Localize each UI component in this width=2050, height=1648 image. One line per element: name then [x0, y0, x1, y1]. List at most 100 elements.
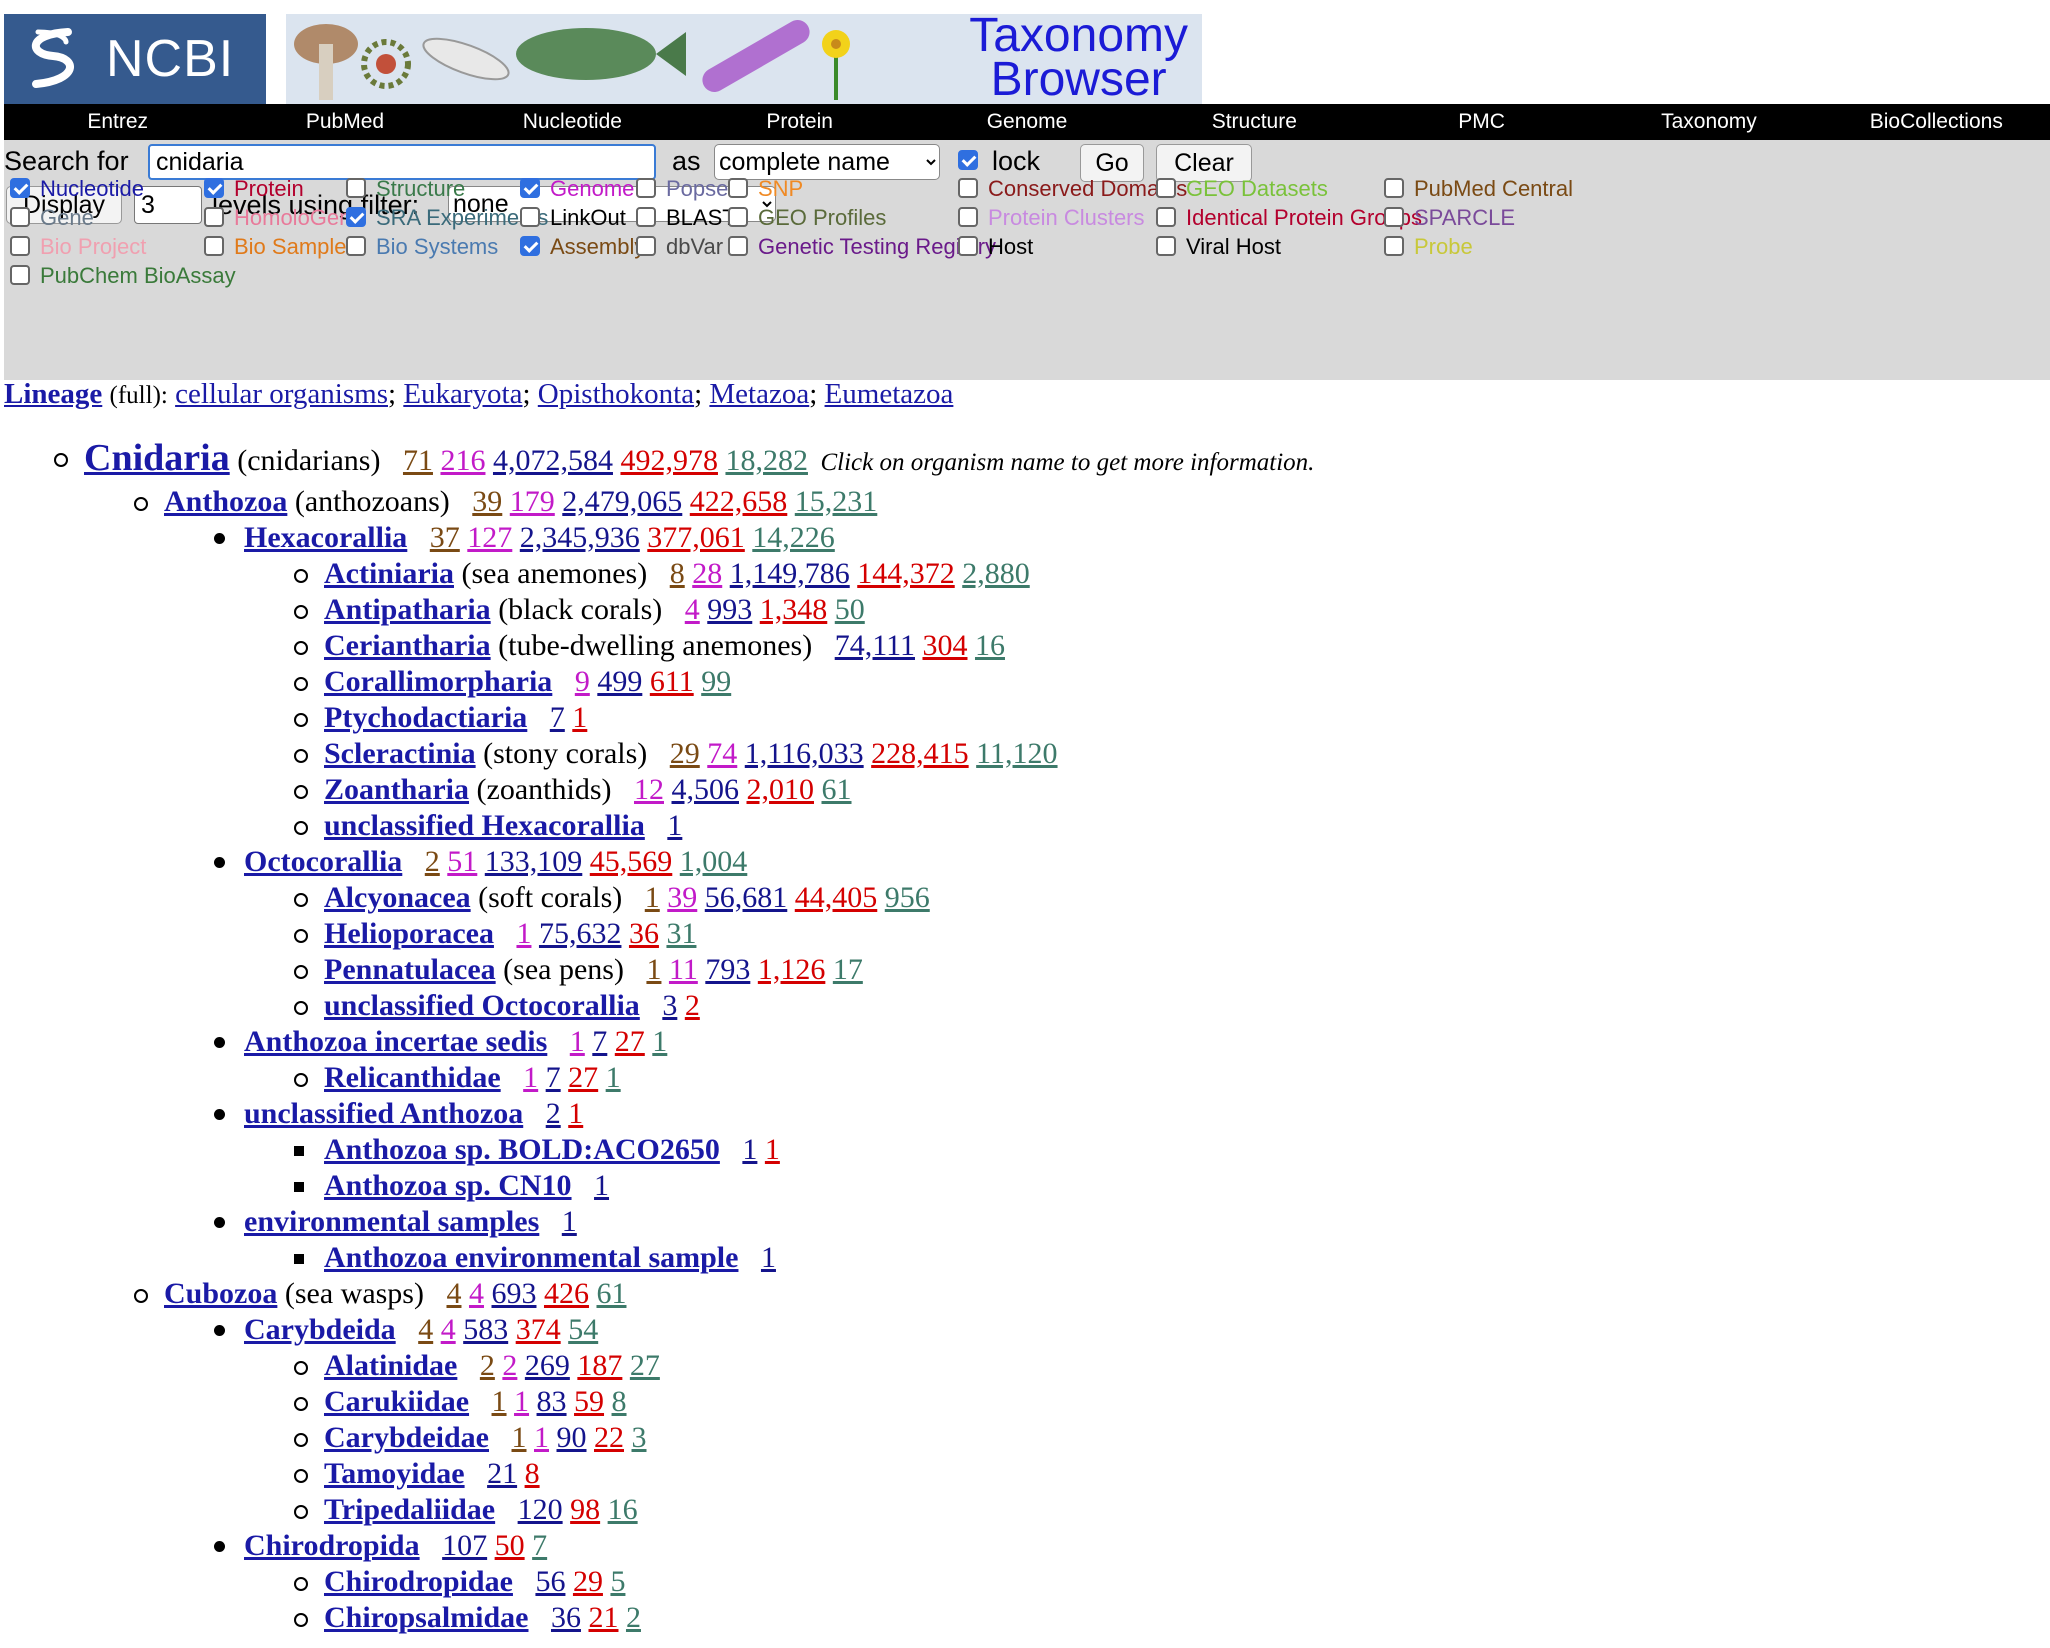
taxon-name-link[interactable]: unclassified Hexacorallia	[324, 809, 645, 842]
record-count-link-navy[interactable]: 120	[518, 1493, 563, 1526]
record-count-link-navy[interactable]: 269	[525, 1349, 570, 1382]
record-count-link-brown[interactable]: 8	[670, 557, 685, 590]
record-count-link-navy[interactable]: 7	[550, 701, 565, 734]
record-count-link-navy[interactable]: 1,149,786	[730, 557, 850, 590]
taxon-name-link[interactable]: Tamoyidae	[324, 1457, 465, 1490]
filter-checkbox-geo-datasets[interactable]	[1156, 178, 1176, 198]
nav-link-taxonomy[interactable]: Taxonomy	[1595, 110, 1822, 134]
filter-checkbox-pubmed-central[interactable]	[1384, 178, 1404, 198]
taxon-name-link[interactable]: Anthozoa incertae sedis	[244, 1025, 547, 1058]
record-count-link-green[interactable]: 11,120	[976, 737, 1057, 770]
record-count-link-magenta[interactable]: 1	[534, 1421, 549, 1454]
record-count-link-red[interactable]: 304	[922, 629, 967, 662]
record-count-link-red[interactable]: 422,658	[690, 485, 788, 518]
filter-checkbox-assembly[interactable]	[520, 236, 540, 256]
nav-link-biocollections[interactable]: BioCollections	[1823, 110, 2050, 134]
record-count-link-red[interactable]: 2,010	[747, 773, 815, 806]
taxon-name-link[interactable]: Relicanthidae	[324, 1061, 501, 1094]
record-count-link-magenta[interactable]: 28	[692, 557, 722, 590]
record-count-link-brown[interactable]: 71	[403, 444, 433, 477]
record-count-link-red[interactable]: 374	[516, 1313, 561, 1346]
filter-checkbox-viral-host[interactable]	[1156, 236, 1176, 256]
filter-checkbox-host[interactable]	[958, 236, 978, 256]
filter-checkbox-popset[interactable]	[636, 178, 656, 198]
record-count-link-navy[interactable]: 1	[742, 1133, 757, 1166]
taxon-name-link[interactable]: Helioporacea	[324, 917, 494, 950]
nav-link-nucleotide[interactable]: Nucleotide	[459, 110, 686, 134]
filter-checkbox-nucleotide[interactable]	[10, 178, 30, 198]
record-count-link-red[interactable]: 492,978	[620, 444, 718, 477]
record-count-link-red[interactable]: 98	[570, 1493, 600, 1526]
filter-checkbox-genetic-testing-registry[interactable]	[728, 236, 748, 256]
record-count-link-navy[interactable]: 2,345,936	[520, 521, 640, 554]
nav-link-entrez[interactable]: Entrez	[4, 110, 231, 134]
record-count-link-magenta[interactable]: 12	[634, 773, 664, 806]
record-count-link-green[interactable]: 956	[885, 881, 930, 914]
record-count-link-navy[interactable]: 993	[707, 593, 752, 626]
record-count-link-magenta[interactable]: 51	[447, 845, 477, 878]
record-count-link-brown[interactable]: 2	[480, 1349, 495, 1382]
taxon-name-link[interactable]: Antipatharia	[324, 593, 491, 626]
record-count-link-red[interactable]: 45,569	[590, 845, 673, 878]
filter-checkbox-bio-project[interactable]	[10, 236, 30, 256]
record-count-link-green[interactable]: 3	[632, 1421, 647, 1454]
record-count-link-magenta[interactable]: 1	[514, 1385, 529, 1418]
filter-checkbox-blast[interactable]	[636, 207, 656, 227]
filter-checkbox-dbvar[interactable]	[636, 236, 656, 256]
record-count-link-red[interactable]: 228,415	[871, 737, 969, 770]
record-count-link-magenta[interactable]: 4	[469, 1277, 484, 1310]
taxon-name-link[interactable]: Chirodropida	[244, 1529, 420, 1562]
record-count-link-navy[interactable]: 56,681	[705, 881, 788, 914]
taxon-name-link[interactable]: Cubozoa	[164, 1277, 277, 1310]
filter-checkbox-sparcle[interactable]	[1384, 207, 1404, 227]
record-count-link-green[interactable]: 99	[701, 665, 731, 698]
record-count-link-magenta[interactable]: 1	[516, 917, 531, 950]
record-count-link-navy[interactable]: 4,506	[672, 773, 740, 806]
record-count-link-red[interactable]: 187	[577, 1349, 622, 1382]
record-count-link-magenta[interactable]: 9	[575, 665, 590, 698]
taxon-name-link[interactable]: Alatinidae	[324, 1349, 457, 1382]
taxon-name-link[interactable]: unclassified Anthozoa	[244, 1097, 523, 1130]
record-count-link-magenta[interactable]: 1	[570, 1025, 585, 1058]
taxon-name-link[interactable]: Tripedaliidae	[324, 1493, 495, 1526]
record-count-link-navy[interactable]: 107	[442, 1529, 487, 1562]
record-count-link-brown[interactable]: 1	[492, 1385, 507, 1418]
record-count-link-red[interactable]: 1,126	[758, 953, 826, 986]
record-count-link-brown[interactable]: 4	[446, 1277, 461, 1310]
record-count-link-red[interactable]: 21	[588, 1601, 618, 1634]
record-count-link-brown[interactable]: 29	[670, 737, 700, 770]
record-count-link-magenta[interactable]: 1	[523, 1061, 538, 1094]
taxon-name-link[interactable]: Carukiidae	[324, 1385, 469, 1418]
nav-link-pmc[interactable]: PMC	[1368, 110, 1595, 134]
record-count-link-red[interactable]: 22	[594, 1421, 624, 1454]
record-count-link-red[interactable]: 611	[650, 665, 694, 698]
taxon-name-link[interactable]: Hexacorallia	[244, 521, 407, 554]
record-count-link-magenta[interactable]: 127	[467, 521, 512, 554]
ncbi-logo[interactable]: NCBI	[4, 14, 266, 104]
nav-link-genome[interactable]: Genome	[913, 110, 1140, 134]
taxon-name-link[interactable]: Anthozoa sp. BOLD:ACO2650	[324, 1133, 720, 1166]
filter-checkbox-probe[interactable]	[1384, 236, 1404, 256]
taxon-name-link[interactable]: Chiropsalmidae	[324, 1601, 528, 1634]
record-count-link-navy[interactable]: 793	[705, 953, 750, 986]
record-count-link-navy[interactable]: 36	[551, 1601, 581, 1634]
taxon-name-link[interactable]: Octocorallia	[244, 845, 402, 878]
record-count-link-brown[interactable]: 1	[645, 881, 660, 914]
record-count-link-brown[interactable]: 2	[425, 845, 440, 878]
record-count-link-green[interactable]: 2	[626, 1601, 641, 1634]
record-count-link-green[interactable]: 8	[612, 1385, 627, 1418]
record-count-link-green[interactable]: 16	[975, 629, 1005, 662]
taxon-name-link[interactable]: unclassified Octocorallia	[324, 989, 640, 1022]
record-count-link-navy[interactable]: 1	[562, 1205, 577, 1238]
record-count-link-magenta[interactable]: 4	[441, 1313, 456, 1346]
record-count-link-magenta[interactable]: 11	[669, 953, 698, 986]
record-count-link-magenta[interactable]: 39	[667, 881, 697, 914]
filter-checkbox-linkout[interactable]	[520, 207, 540, 227]
name-type-select[interactable]: complete name	[714, 144, 940, 180]
taxon-name-link[interactable]: Scleractinia	[324, 737, 476, 770]
record-count-link-red[interactable]: 2	[685, 989, 700, 1022]
taxon-name-link[interactable]: Ceriantharia	[324, 629, 491, 662]
record-count-link-red[interactable]: 377,061	[647, 521, 745, 554]
record-count-link-red[interactable]: 8	[525, 1457, 540, 1490]
filter-checkbox-protein[interactable]	[204, 178, 224, 198]
